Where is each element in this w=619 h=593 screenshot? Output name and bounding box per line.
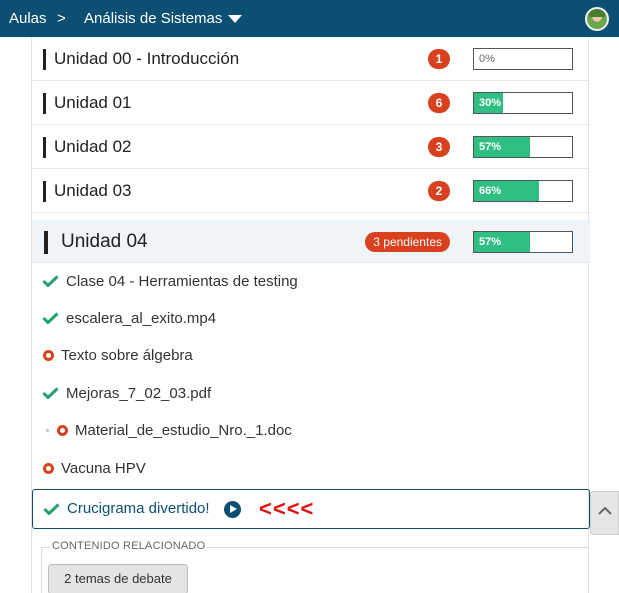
annotation-arrows: <<<< [259, 496, 315, 521]
play-icon[interactable] [224, 501, 241, 518]
breadcrumb-course[interactable]: Análisis de Sistemas [84, 0, 222, 37]
unit-marker [43, 181, 46, 202]
progress-label: 30% [479, 97, 502, 109]
content-item[interactable]: Texto sobre álgebra [32, 337, 590, 374]
unit-title[interactable]: Unidad 00 - Introducción [54, 37, 239, 81]
check-icon [42, 275, 59, 287]
content-item[interactable]: Clase 04 - Herramientas de testing [32, 263, 590, 300]
pending-badge: 3 pendientes [365, 232, 450, 252]
item-label[interactable]: Material_de_estudio_Nro._1.doc [75, 412, 292, 449]
unit-marker [43, 137, 46, 158]
unit-title[interactable]: Unidad 01 [54, 81, 132, 125]
progress-bar: 57% [473, 136, 573, 158]
pending-circle-icon [43, 463, 54, 474]
content-item[interactable]: escalera_al_exito.mp4 [32, 300, 590, 337]
unit-row-04-active[interactable]: Unidad 04 3 pendientes 57% [32, 220, 590, 263]
item-label[interactable]: Texto sobre álgebra [61, 337, 193, 374]
user-avatar[interactable] [585, 7, 609, 31]
progress-bar: 66% [473, 180, 573, 202]
breadcrumb-aulas[interactable]: Aulas [9, 0, 47, 37]
chevron-up-icon [598, 506, 612, 515]
progress-label: 0% [479, 53, 495, 65]
progress-label: 66% [479, 185, 502, 197]
course-content: Unidad 00 - Introducción 1 0% Unidad 01 … [31, 37, 590, 593]
indent-dot-icon [46, 429, 49, 432]
top-bar: Aulas > Análisis de Sistemas [0, 0, 619, 37]
unit-marker [43, 49, 46, 70]
unit-title[interactable]: Unidad 04 [61, 220, 148, 264]
item-label[interactable]: Mejoras_7_02_03.pdf [66, 375, 211, 412]
debate-topics-button[interactable]: 2 temas de debate [48, 564, 188, 593]
item-label[interactable]: Crucigrama divertido! [67, 490, 210, 528]
unit-title[interactable]: Unidad 02 [54, 125, 132, 169]
check-icon [42, 387, 59, 399]
progress-bar: 57% [473, 231, 573, 253]
item-label[interactable]: Vacuna HPV [61, 450, 146, 487]
related-content-legend: CONTENIDO RELACIONADO [50, 540, 208, 552]
item-label[interactable]: escalera_al_exito.mp4 [66, 300, 216, 337]
pending-badge: 2 [428, 181, 450, 201]
content-item[interactable]: Mejoras_7_02_03.pdf [32, 375, 590, 412]
unit-row-01[interactable]: Unidad 01 6 30% [32, 81, 590, 125]
progress-bar: 0% [473, 48, 573, 70]
unit-title[interactable]: Unidad 03 [54, 169, 132, 213]
check-icon [42, 312, 59, 324]
unit-row-02[interactable]: Unidad 02 3 57% [32, 125, 590, 169]
check-icon [43, 503, 60, 515]
pending-circle-icon [43, 350, 54, 361]
content-sub-item[interactable]: Material_de_estudio_Nro._1.doc [32, 412, 590, 449]
unit-marker [44, 231, 48, 254]
item-label[interactable]: Clase 04 - Herramientas de testing [66, 263, 298, 300]
breadcrumb-separator-icon: > [57, 10, 66, 27]
scroll-to-top-button[interactable] [590, 491, 619, 535]
unit-row-03[interactable]: Unidad 03 2 66% [32, 169, 590, 213]
content-item[interactable]: Vacuna HPV [32, 450, 590, 487]
unit-row-00[interactable]: Unidad 00 - Introducción 1 0% [32, 37, 590, 81]
course-dropdown-caret-icon[interactable] [228, 15, 242, 23]
pending-circle-icon [57, 425, 68, 436]
pending-badge: 6 [428, 93, 450, 113]
progress-label: 57% [479, 141, 502, 153]
progress-label: 57% [479, 236, 502, 248]
pending-badge: 1 [428, 49, 450, 69]
content-item-focused[interactable]: Crucigrama divertido! <<<< [32, 489, 590, 529]
related-content-panel: CONTENIDO RELACIONADO 2 temas de debate [41, 540, 589, 593]
pending-badge: 3 [428, 137, 450, 157]
progress-bar: 30% [473, 92, 573, 114]
unit-marker [43, 93, 46, 114]
